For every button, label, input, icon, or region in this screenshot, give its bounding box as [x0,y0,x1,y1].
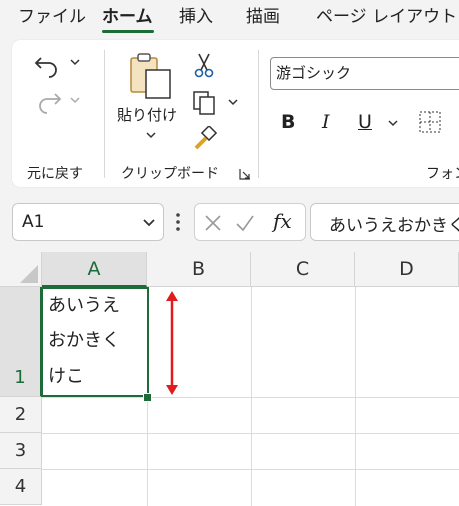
underline-button[interactable]: U [358,112,372,132]
cell-a1-line: おかきく [48,330,120,351]
enter-check-icon[interactable] [235,214,255,232]
column-header-b[interactable]: B [147,252,251,287]
ribbon-separator [258,50,259,178]
column-header-a[interactable]: A [42,252,147,287]
paste-icon[interactable] [128,52,174,100]
undo-group-label: 元に戻す [27,166,83,182]
select-all-triangle-icon [20,265,38,283]
undo-dropdown-chevron-icon[interactable] [70,58,80,66]
cell-a1[interactable]: あいうえ おかきく けこ [41,287,149,397]
paste-dropdown-chevron-icon[interactable] [146,131,156,139]
gridline [355,287,356,506]
font-group-label: フォン [426,166,459,182]
font-name-input[interactable]: 游ゴシック [270,57,459,90]
name-box-value: A1 [22,212,45,232]
row-header-2[interactable]: 2 [0,397,42,433]
name-box-chevron-icon[interactable] [143,219,155,227]
row-height-arrow-icon [166,291,178,395]
redo-dropdown-chevron-icon [70,97,80,104]
worksheet-grid[interactable]: A B C D 1 2 3 4 あいうえ おかきく けこ [0,252,459,506]
insert-function-button[interactable]: fx [273,209,292,233]
italic-button[interactable]: I [322,112,330,132]
row-header-1[interactable]: 1 [0,287,42,397]
tab-file[interactable]: ファイル [18,6,86,28]
redo-icon [39,93,62,114]
tab-home[interactable]: ホーム [102,6,153,28]
tab-draw[interactable]: 描画 [246,6,280,28]
row-number: 1 [14,367,26,388]
cell-a1-line: けこ [48,366,84,387]
select-all-corner[interactable] [0,252,42,287]
paste-button-label[interactable]: 貼り付け [117,104,177,125]
borders-icon[interactable] [418,110,442,134]
copy-icon[interactable] [192,90,218,116]
formula-input[interactable]: あいうえおかきくけこ [310,203,459,241]
column-header-c[interactable]: C [251,252,355,287]
bold-button[interactable]: B [281,112,295,132]
ribbon-separator [104,50,105,178]
fill-handle[interactable] [143,393,152,402]
row-header-3[interactable]: 3 [0,433,42,469]
tab-page-layout[interactable]: ページ レイアウト [316,6,457,28]
gridline [251,287,252,506]
clipboard-group-label: クリップボード [121,166,219,182]
row-header-4[interactable]: 4 [0,469,42,505]
name-box[interactable]: A1 [12,203,164,241]
cancel-icon[interactable] [204,214,222,232]
active-tab-indicator [102,30,154,33]
format-painter-icon[interactable] [192,126,218,152]
formula-content: あいうえおかきくけこ [329,216,459,236]
formula-actions: fx [194,203,306,241]
undo-icon[interactable] [33,52,63,78]
dialog-launcher-icon[interactable] [239,168,251,180]
underline-dropdown-chevron-icon[interactable] [388,119,398,127]
scissors-icon[interactable] [193,52,215,78]
more-options-icon[interactable] [175,212,181,232]
copy-dropdown-chevron-icon[interactable] [228,98,238,106]
tab-insert[interactable]: 挿入 [179,6,213,28]
column-header-d[interactable]: D [355,252,459,287]
cell-a1-line: あいうえ [48,295,120,316]
